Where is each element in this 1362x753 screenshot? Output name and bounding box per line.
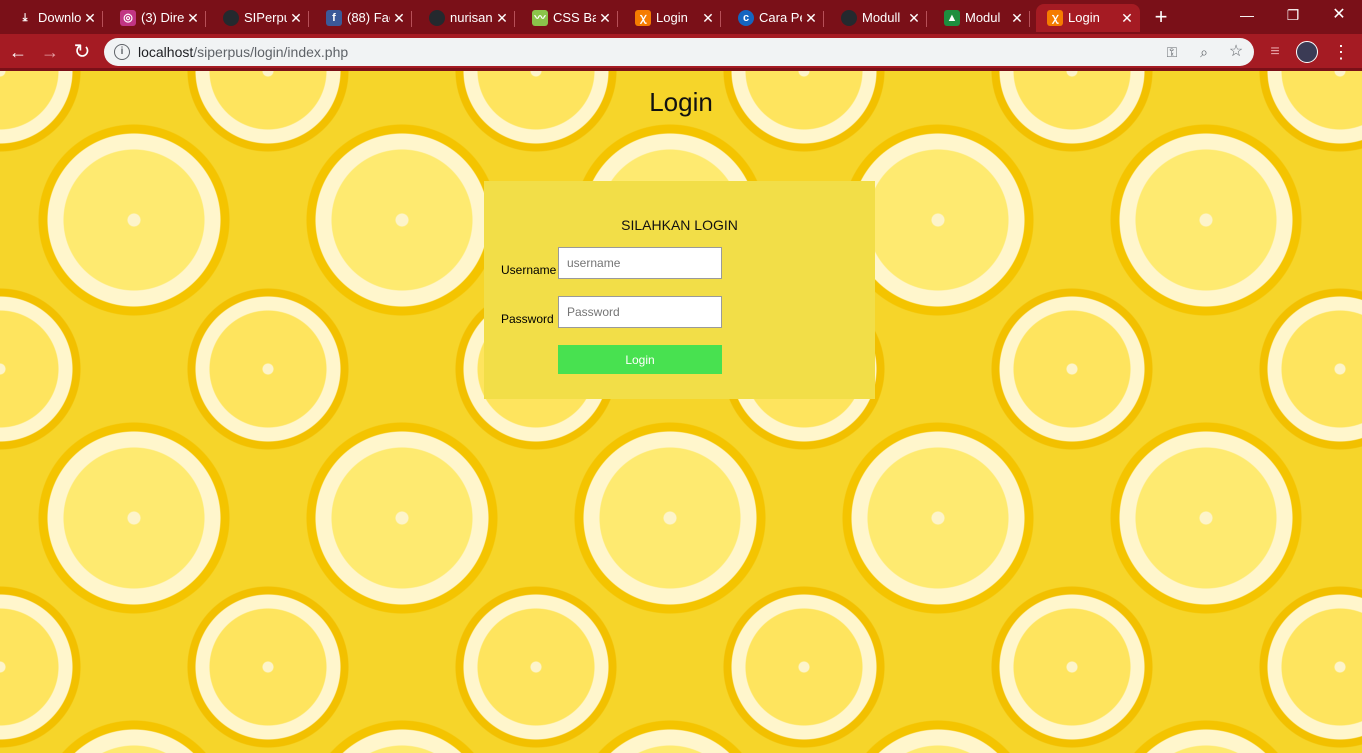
close-icon[interactable]: ✕ (289, 4, 303, 32)
close-icon[interactable]: ✕ (804, 4, 818, 32)
github-icon (841, 10, 857, 26)
password-label: Password (501, 312, 554, 326)
xampp-icon: ꭓ (635, 10, 651, 26)
minimize-icon[interactable]: — (1232, 4, 1262, 26)
new-tab-button[interactable]: + (1150, 4, 1172, 30)
browser-tab[interactable]: ▲ Modul ✕ (933, 4, 1030, 32)
close-icon[interactable]: ✕ (701, 4, 715, 32)
close-icon[interactable]: ✕ (1010, 4, 1024, 32)
browser-tab-bar: ⤓ Downlo ✕ ◎ (3) Dire ✕ SIPerpu ✕ f (88)… (0, 0, 1362, 34)
page-background: Login SILAHKAN LOGIN Username Password L… (0, 71, 1362, 753)
tab-title: (88) Fac (347, 10, 390, 25)
github-icon (223, 10, 239, 26)
info-icon[interactable]: i (114, 44, 130, 60)
star-icon[interactable]: ☆ (1226, 42, 1246, 62)
password-input[interactable] (558, 296, 722, 328)
login-box: SILAHKAN LOGIN Username Password Login (484, 181, 875, 399)
avatar[interactable] (1296, 41, 1318, 63)
close-icon[interactable]: ✕ (495, 4, 509, 32)
media-icon[interactable]: ≡ (1262, 39, 1288, 65)
browser-tab-active[interactable]: ꭓ Login ✕ (1036, 4, 1140, 32)
close-icon[interactable]: ✕ (598, 4, 612, 32)
menu-icon[interactable]: ⋮ (1328, 39, 1354, 65)
chart-icon: 〰 (532, 10, 548, 26)
browser-tab[interactable]: ◎ (3) Dire ✕ (109, 4, 206, 32)
classroom-icon: ▲ (944, 10, 960, 26)
browser-tab[interactable]: c Cara Pe ✕ (727, 4, 824, 32)
page-title: Login (649, 87, 713, 117)
tab-title: CSS Ba (553, 10, 596, 25)
reload-icon[interactable]: ↻ (69, 39, 95, 65)
facebook-icon: f (326, 10, 342, 26)
browser-tab[interactable]: ⤓ Downlo ✕ (6, 4, 103, 32)
browser-toolbar: ← → ↻ i localhost/siperpus/login/index.p… (0, 34, 1362, 70)
tab-title: (3) Dire (141, 10, 184, 25)
login-heading: SILAHKAN LOGIN (621, 217, 738, 233)
tab-title: Downlo (38, 10, 81, 25)
tab-title: Login (1068, 10, 1100, 25)
username-label: Username (501, 263, 557, 277)
tab-title: Modull (862, 10, 901, 25)
tab-title: Modul (965, 10, 1001, 25)
zoom-icon[interactable]: ⌕ (1194, 42, 1214, 62)
close-icon[interactable]: ✕ (1120, 4, 1134, 32)
forward-icon[interactable]: → (37, 39, 63, 65)
browser-tab[interactable]: ꭓ Login ✕ (624, 4, 721, 32)
close-icon[interactable]: ✕ (83, 4, 97, 32)
tab-title: nurisan (450, 10, 493, 25)
close-window-icon[interactable]: ✕ (1324, 4, 1354, 26)
close-icon[interactable]: ✕ (392, 4, 406, 32)
tab-title: Cara Pe (759, 10, 802, 25)
tab-title: SIPerpu (244, 10, 287, 25)
browser-icon: c (738, 10, 754, 26)
browser-tab[interactable]: 〰 CSS Ba ✕ (521, 4, 618, 32)
url-text[interactable]: localhost/siperpus/login/index.php (138, 38, 348, 66)
browser-tab[interactable]: nurisan ✕ (418, 4, 515, 32)
back-icon[interactable]: ← (5, 39, 31, 65)
restore-icon[interactable]: ❐ (1278, 4, 1308, 26)
login-button[interactable]: Login (558, 345, 722, 374)
username-input[interactable] (558, 247, 722, 279)
url-host: localhost (138, 44, 194, 60)
address-bar[interactable]: i localhost/siperpus/login/index.php ⚿ ⌕… (104, 38, 1254, 66)
url-path: /siperpus/login/index.php (193, 44, 349, 60)
browser-tab[interactable]: SIPerpu ✕ (212, 4, 309, 32)
close-icon[interactable]: ✕ (186, 4, 200, 32)
key-icon[interactable]: ⚿ (1162, 42, 1182, 62)
instagram-icon: ◎ (120, 10, 136, 26)
github-icon (429, 10, 445, 26)
close-icon[interactable]: ✕ (907, 4, 921, 32)
download-icon: ⤓ (22, 12, 28, 24)
browser-tab[interactable]: f (88) Fac ✕ (315, 4, 412, 32)
tab-title: Login (656, 10, 688, 25)
browser-tab[interactable]: Modull ✕ (830, 4, 927, 32)
xampp-icon: ꭓ (1047, 10, 1063, 26)
